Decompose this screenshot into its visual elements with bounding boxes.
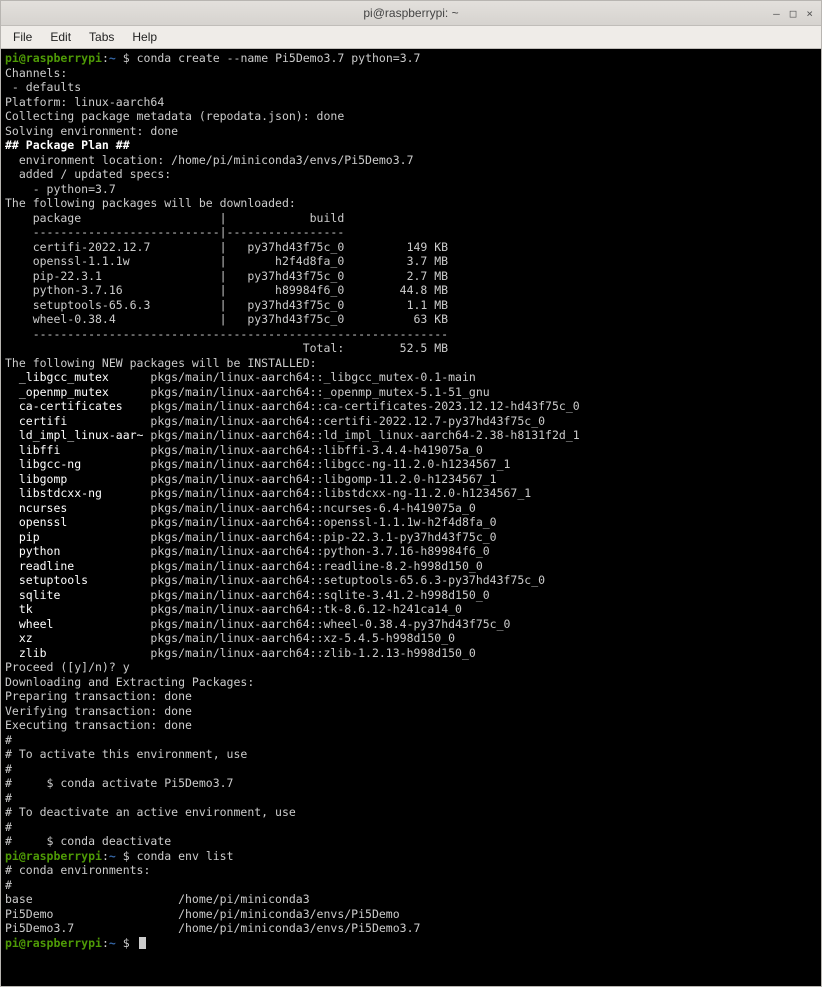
minimize-button[interactable]: – (771, 7, 782, 20)
close-button[interactable]: × (804, 7, 815, 20)
terminal-window: pi@raspberrypi: ~ – □ × File Edit Tabs H… (0, 0, 822, 987)
menu-edit[interactable]: Edit (42, 28, 79, 46)
cursor (139, 937, 146, 949)
menu-tabs[interactable]: Tabs (81, 28, 122, 46)
titlebar: pi@raspberrypi: ~ – □ × (1, 1, 821, 26)
menu-help[interactable]: Help (124, 28, 165, 46)
window-title: pi@raspberrypi: ~ (1, 6, 821, 20)
window-controls: – □ × (771, 1, 815, 25)
terminal-output[interactable]: pi@raspberrypi:~ $ conda create --name P… (1, 49, 821, 986)
menu-file[interactable]: File (5, 28, 40, 46)
menubar: File Edit Tabs Help (1, 26, 821, 49)
maximize-button[interactable]: □ (788, 7, 799, 20)
